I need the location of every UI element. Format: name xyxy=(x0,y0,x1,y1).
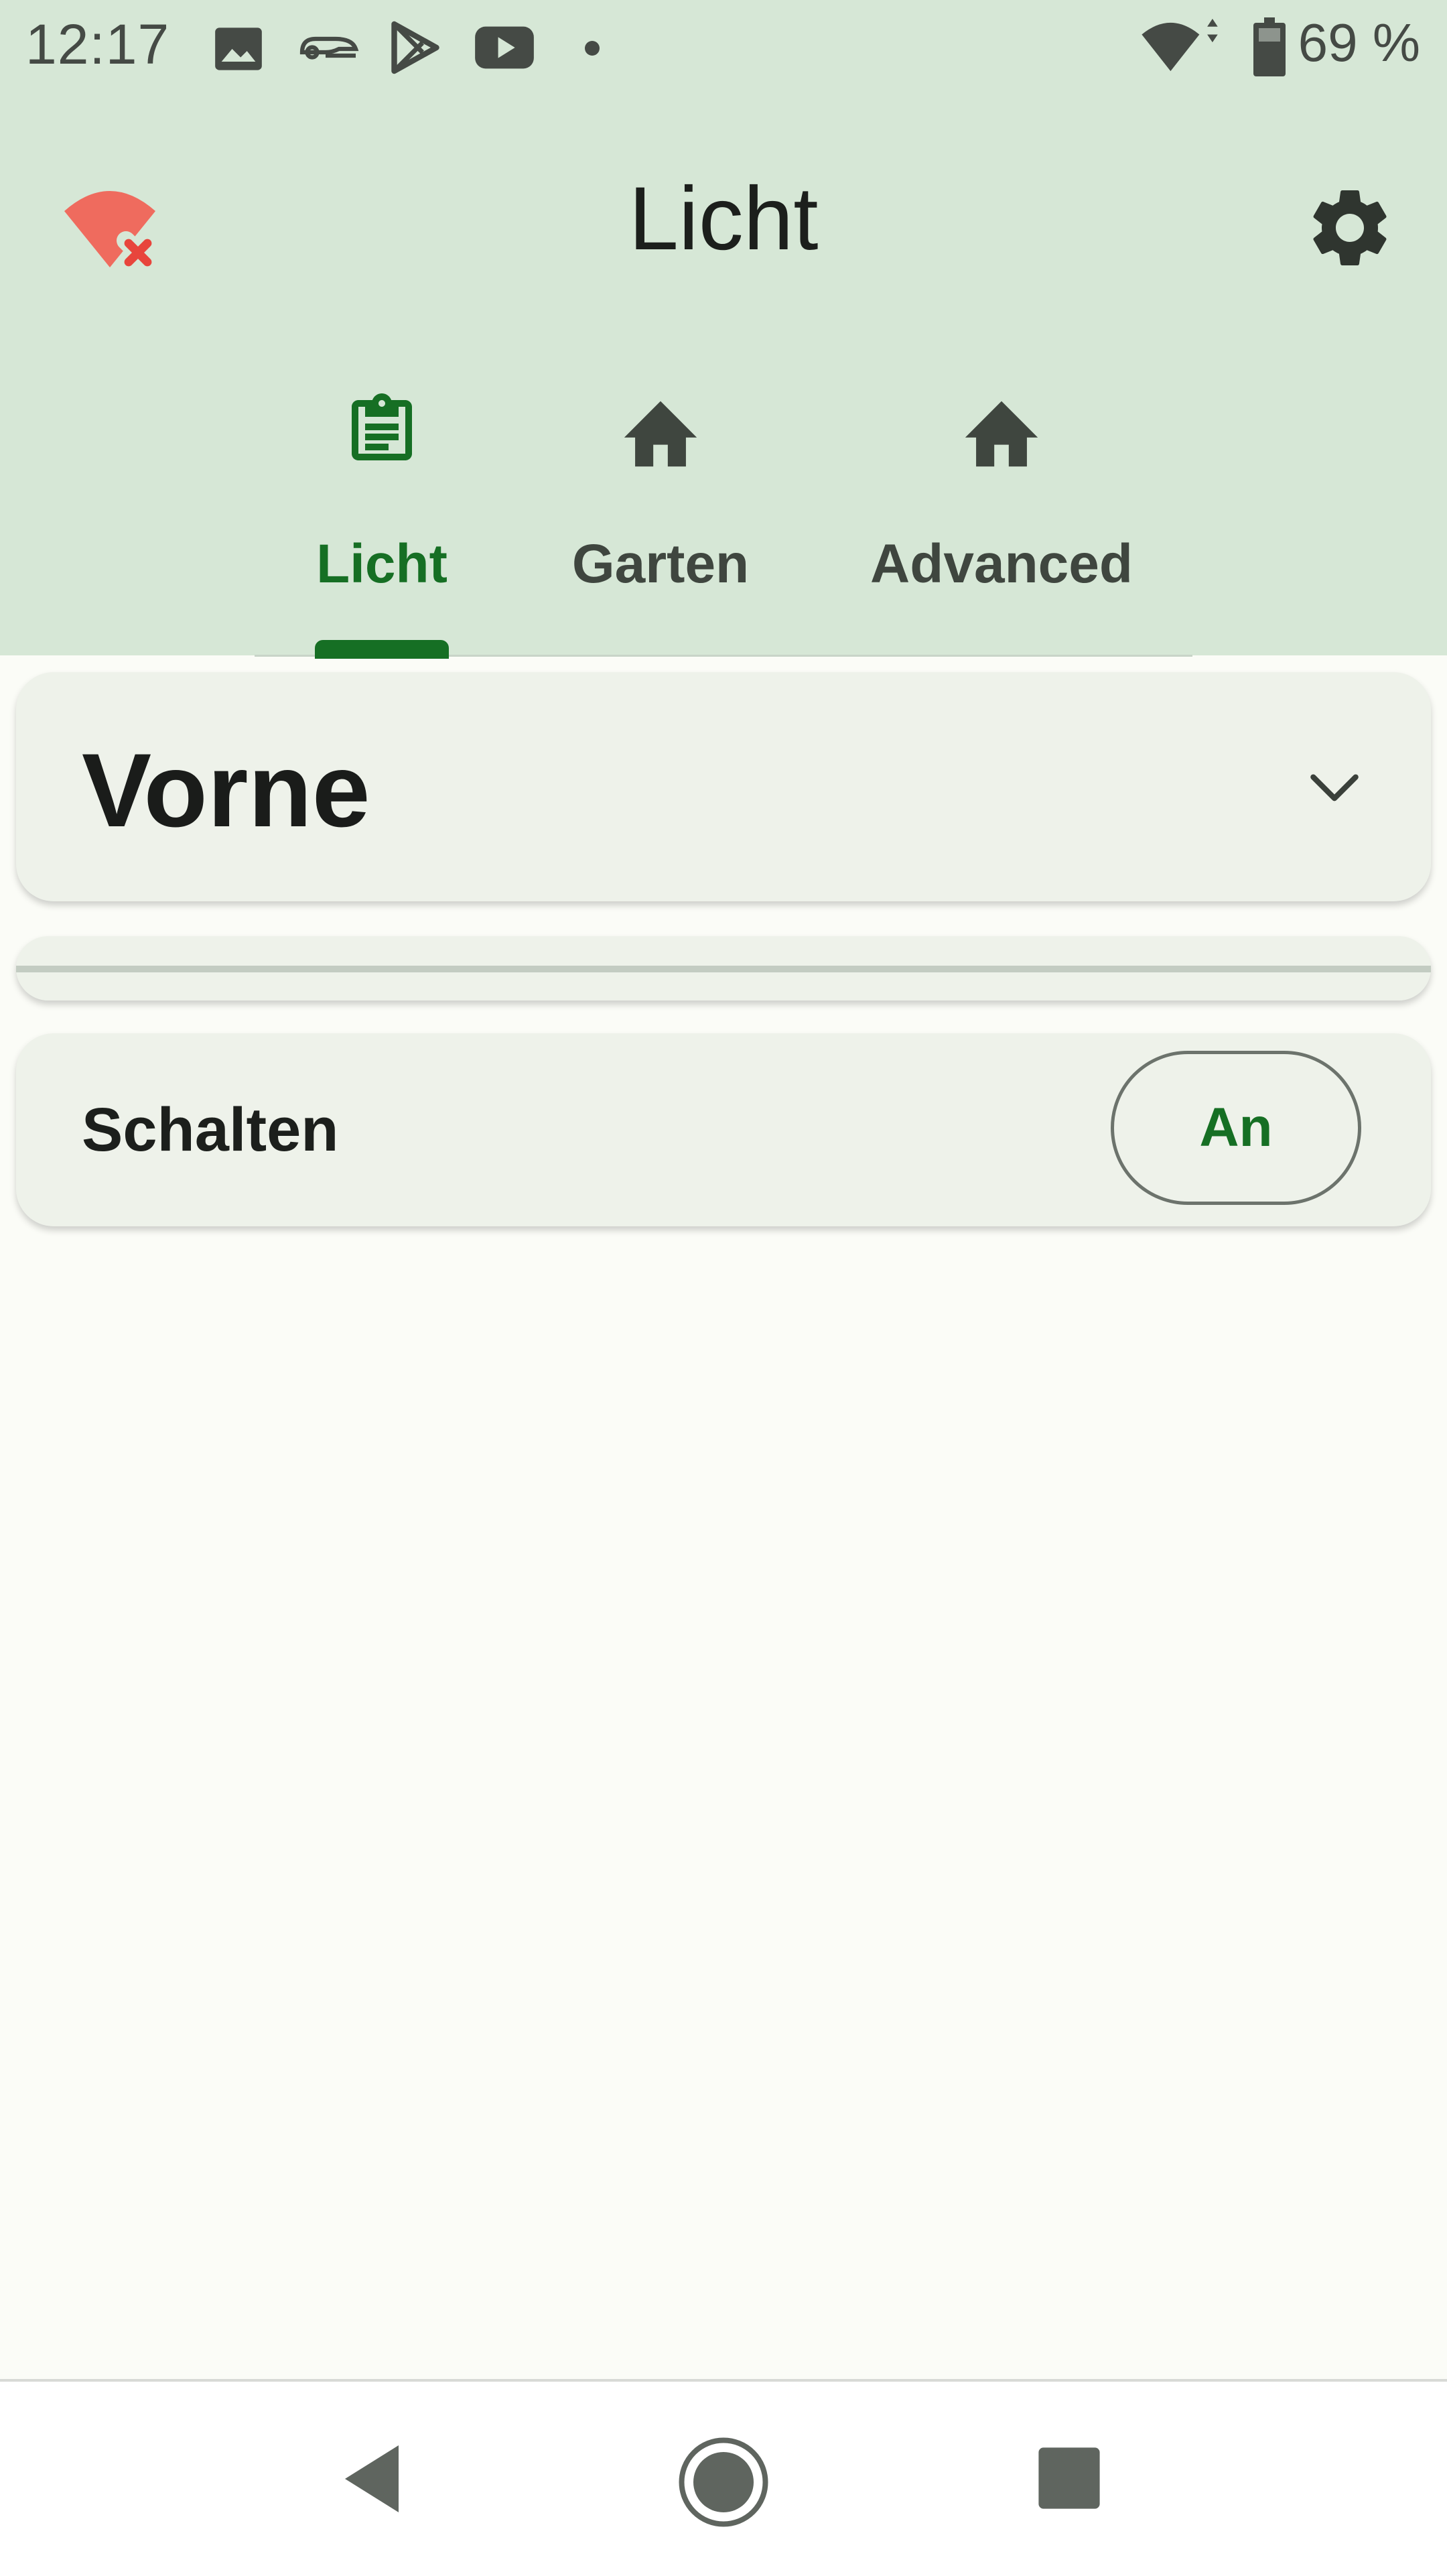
settings-gear-icon[interactable] xyxy=(1303,181,1397,275)
home-icon xyxy=(624,401,697,467)
system-navigation-bar xyxy=(0,2379,1447,2576)
slider-track[interactable] xyxy=(16,966,1431,972)
tab-garten[interactable]: Garten xyxy=(560,389,761,655)
app-header: 12:17 69 % Licht Licht Garten Advanced xyxy=(0,0,1447,659)
cobra-icon xyxy=(299,36,359,60)
tab-label-licht: Licht xyxy=(316,533,447,594)
battery-icon xyxy=(1253,17,1286,76)
section-title: Vorne xyxy=(82,732,370,849)
back-icon[interactable] xyxy=(338,2442,405,2516)
chevron-down-icon[interactable] xyxy=(1309,773,1360,805)
status-bar: 12:17 69 % xyxy=(0,0,1447,101)
youtube-icon xyxy=(475,26,534,69)
home-icon xyxy=(965,401,1038,467)
page-title: Licht xyxy=(628,169,819,269)
switch-label: Schalten xyxy=(82,1096,339,1164)
dot-icon xyxy=(585,41,600,56)
wifi-icon xyxy=(1142,19,1218,72)
tab-label-garten: Garten xyxy=(571,533,750,594)
clipboard-icon xyxy=(352,393,412,460)
home-circle-icon[interactable] xyxy=(677,2435,770,2529)
status-time: 12:17 xyxy=(25,13,170,76)
image-icon xyxy=(215,27,262,70)
play-store-icon xyxy=(391,21,439,74)
tab-label-advanced: Advanced xyxy=(870,533,1133,594)
active-tab-indicator xyxy=(315,640,449,659)
tab-advanced[interactable]: Advanced xyxy=(864,389,1139,655)
battery-percentage: 69 % xyxy=(1298,13,1420,72)
section-header-card[interactable]: Vorne xyxy=(16,672,1431,901)
switch-card: Schalten An xyxy=(16,1033,1431,1226)
recents-icon[interactable] xyxy=(1037,2446,1101,2510)
slider-card[interactable] xyxy=(16,936,1431,1001)
tab-licht[interactable]: Licht xyxy=(281,389,482,655)
on-button[interactable]: An xyxy=(1111,1051,1361,1205)
